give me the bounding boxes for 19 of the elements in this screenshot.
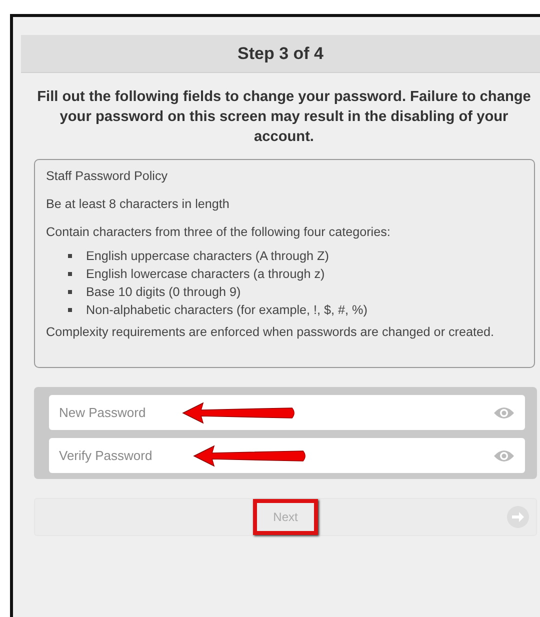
password-field[interactable]: New Password [49, 395, 525, 430]
policy-rule: Be at least 8 characters in length [46, 197, 230, 211]
category-item: English lowercase characters (a through z) [86, 267, 325, 281]
bullet-icon [68, 290, 72, 294]
category-item: English uppercase characters (A through Z) [86, 249, 329, 263]
bullet-icon [68, 308, 72, 312]
bullet-icon [68, 254, 72, 258]
eye-icon[interactable] [493, 406, 515, 420]
step-title: Step 3 of 4 [238, 44, 324, 64]
password-field[interactable]: Verify Password [49, 438, 525, 473]
policy-note: Complexity requirements are enforced when passwords are changed or created. [46, 324, 496, 341]
category-item: Base 10 digits (0 through 9) [86, 285, 241, 299]
instructions-text: Fill out the following fields to change your password. Failure to change your password on this screen may result in the disabling of your account. [36, 88, 532, 147]
policy-intro: Contain characters from three of the following four categories: [46, 225, 392, 239]
category-item: Non-alphabetic characters (for example, !, $, #, %) [86, 303, 368, 317]
eye-icon[interactable] [493, 449, 515, 463]
policy-title: Staff Password Policy [46, 169, 169, 183]
arrow-circle-icon[interactable] [506, 505, 530, 529]
bullet-icon [68, 272, 72, 276]
